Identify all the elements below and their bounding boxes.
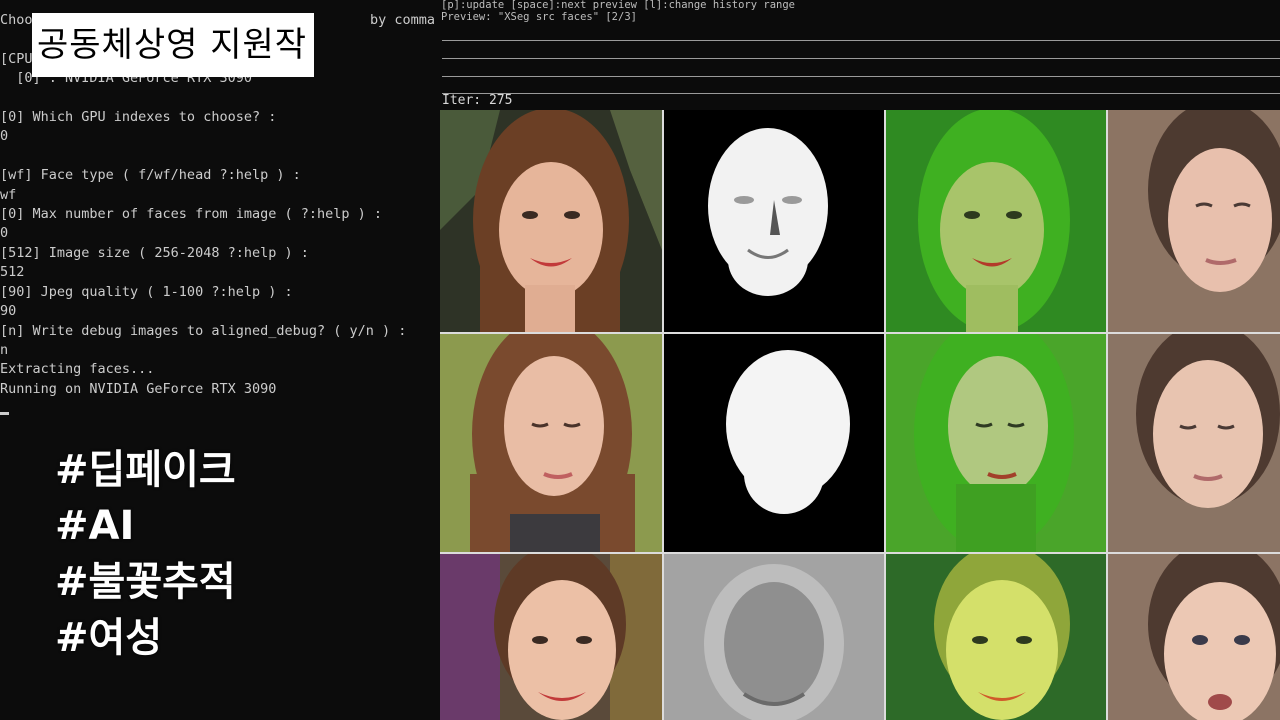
preview-title: Preview: "XSeg src faces" [2/3] (441, 10, 637, 23)
preview-grid (440, 110, 1280, 720)
console-line: 512 (0, 264, 25, 281)
loss-graph-line (442, 76, 1280, 77)
source-face-image (440, 554, 662, 720)
grid-separator (884, 110, 886, 720)
overlay-face-image (886, 110, 1106, 332)
training-preview-window: [p]:update [space]:next preview [l]:chan… (440, 0, 1280, 720)
overlay-face-image (886, 334, 1106, 552)
mask-image (664, 334, 884, 552)
console-line: Choo (0, 12, 33, 28)
source-face-image (440, 334, 662, 552)
hashtag: #딥페이크 (55, 447, 236, 493)
grid-separator (440, 332, 1280, 334)
grid-separator (662, 110, 664, 720)
console-line: [wf] Face type ( f/wf/head ?:help ) : (0, 167, 301, 184)
mask-image (664, 554, 884, 720)
predicted-face-image (1108, 554, 1280, 720)
predicted-face-image (1108, 110, 1280, 332)
loss-graph-line (442, 58, 1280, 59)
console-fragment: by comma (370, 12, 436, 28)
hashtag-list: #딥페이크 #AI #불꽃추적 #여성 (55, 442, 236, 666)
loss-graph-line (442, 40, 1280, 41)
console-line: 0 (0, 128, 9, 145)
iteration-counter: Iter: 275 (442, 93, 513, 108)
console-line: [n] Write debug images to aligned_debug?… (0, 322, 407, 339)
console-cursor (0, 412, 9, 415)
console-line: [90] Jpeg quality ( 1-100 ?:help ) : (0, 283, 293, 300)
loss-graph-line (442, 93, 1280, 94)
console-line: [0] Which GPU indexes to choose? : (0, 109, 277, 126)
predicted-face-image (1108, 334, 1280, 552)
console-line: n (0, 341, 9, 358)
help-line: [p]:update [space]:next preview [l]:chan… (441, 0, 796, 11)
console-line: [0] Max number of faces from image ( ?:h… (0, 206, 383, 223)
grid-separator (440, 552, 1280, 554)
console-line: [CPU (0, 50, 33, 67)
overlay-face-image (886, 554, 1106, 720)
source-face-image (440, 110, 662, 332)
mask-image (664, 110, 884, 332)
hashtag: #AI (55, 503, 135, 549)
hashtag: #여성 (55, 615, 163, 661)
preview-header: [p]:update [space]:next preview [l]:chan… (440, 0, 1280, 110)
console-line: wf (0, 186, 17, 203)
hashtag: #불꽃추적 (55, 559, 236, 605)
console-line: 90 (0, 303, 17, 320)
console-line: 0 (0, 225, 9, 242)
caption-box: 공동체상영 지원작 (32, 13, 315, 77)
console-line: Running on NVIDIA GeForce RTX 3090 (0, 380, 277, 397)
grid-separator (1106, 110, 1108, 720)
console-line: [512] Image size ( 256-2048 ?:help ) : (0, 244, 309, 261)
console-line: Extracting faces... (0, 361, 155, 378)
